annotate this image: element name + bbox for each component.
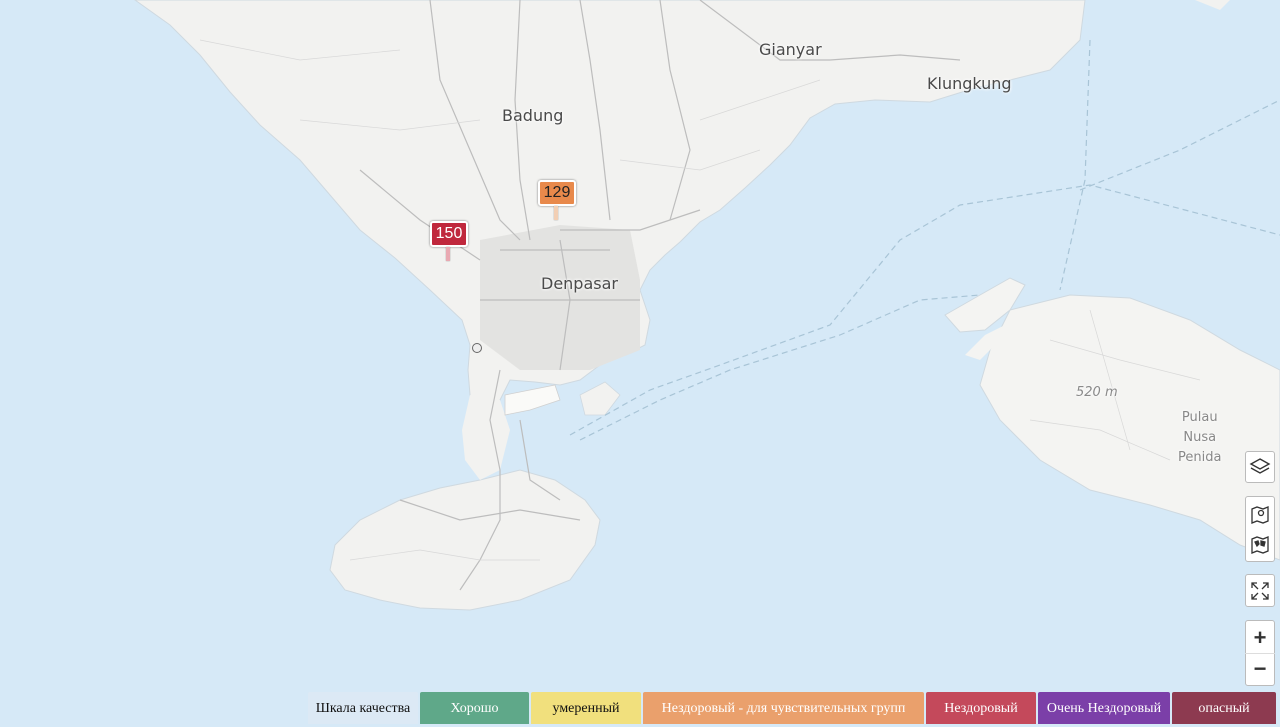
denpasar-urban bbox=[480, 225, 640, 370]
aqi-marker[interactable]: 150 bbox=[430, 221, 468, 261]
legend-unhealthy-sensitive[interactable]: Нездоровый - для чувствительных групп bbox=[643, 692, 924, 724]
zoom-control[interactable]: + − bbox=[1245, 620, 1275, 686]
nusa-penida-line-3: Penida bbox=[1178, 450, 1222, 465]
place-label-denpasar: Denpasar bbox=[541, 274, 618, 293]
place-label-badung: Badung bbox=[502, 106, 564, 125]
layers-control[interactable] bbox=[1245, 451, 1275, 483]
zoom-out-button[interactable]: − bbox=[1245, 654, 1275, 684]
nusa-penida-line-2: Nusa bbox=[1183, 430, 1217, 445]
map-type-control[interactable] bbox=[1245, 496, 1275, 562]
world-map-icon[interactable] bbox=[1245, 529, 1275, 559]
fullscreen-control[interactable] bbox=[1245, 574, 1275, 607]
station-dot[interactable] bbox=[472, 343, 482, 353]
legend-title: Шкала качества bbox=[308, 692, 418, 724]
layers-icon[interactable] bbox=[1245, 452, 1275, 482]
aqi-marker-stem bbox=[446, 247, 450, 261]
aqi-marker-value[interactable]: 150 bbox=[430, 221, 468, 247]
elevation-label: 520 m bbox=[1076, 385, 1118, 400]
aqi-marker[interactable]: 129 bbox=[538, 180, 576, 220]
legend-very-unhealthy[interactable]: Очень Нездоровый bbox=[1038, 692, 1170, 724]
aqi-marker-stem bbox=[554, 206, 558, 220]
legend-hazardous[interactable]: опасный bbox=[1172, 692, 1276, 724]
legend-good[interactable]: Хорошо bbox=[420, 692, 529, 724]
place-label-klungkung: Klungkung bbox=[927, 74, 1012, 93]
legend-unhealthy[interactable]: Нездоровый bbox=[926, 692, 1036, 724]
legend-moderate[interactable]: умеренный bbox=[531, 692, 641, 724]
place-label-gianyar: Gianyar bbox=[759, 40, 822, 59]
fullscreen-icon[interactable] bbox=[1245, 576, 1275, 606]
zoom-in-button[interactable]: + bbox=[1245, 623, 1275, 654]
map-pin-icon[interactable] bbox=[1245, 499, 1275, 529]
aqi-legend: Шкала качества Хорошо умеренный Нездоров… bbox=[308, 692, 1280, 727]
nusa-penida-line-1: Pulau bbox=[1181, 410, 1218, 425]
aqi-marker-value[interactable]: 129 bbox=[538, 180, 576, 206]
map-canvas[interactable] bbox=[0, 0, 1280, 727]
place-label-nusa-penida: Pulau Nusa Penida bbox=[1178, 408, 1221, 468]
